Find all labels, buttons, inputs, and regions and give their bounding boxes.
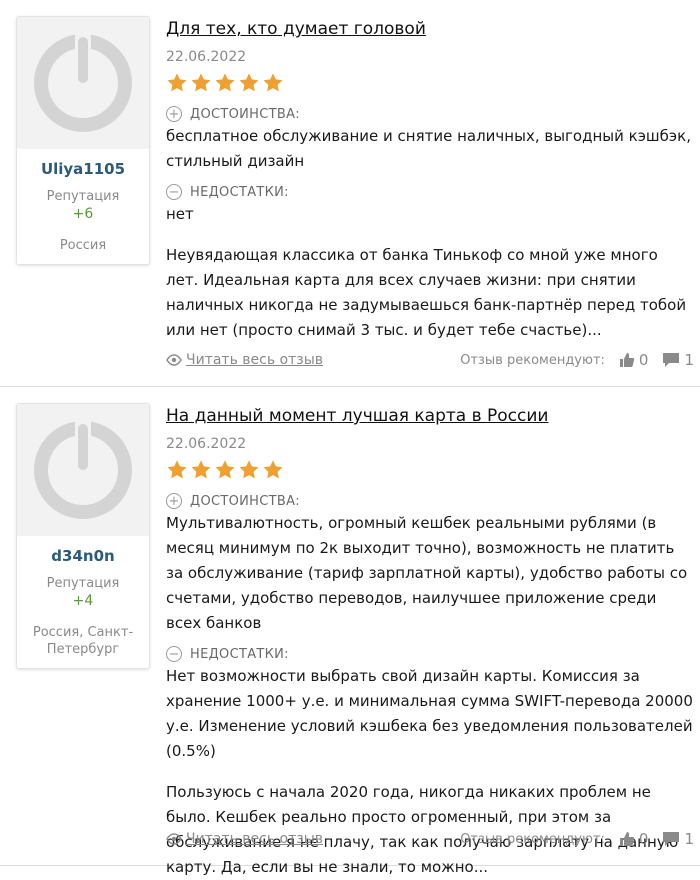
pros-text: бесплатное обслуживание и снятие наличны… <box>166 127 691 170</box>
reputation-value: +6 <box>72 206 94 222</box>
rating-stars <box>166 459 694 483</box>
star-icon <box>239 73 259 92</box>
star-icon <box>167 460 187 479</box>
avatar[interactable] <box>17 17 149 149</box>
reputation-value: +4 <box>72 593 94 609</box>
like-button[interactable]: 0 <box>619 830 649 848</box>
reputation-label: Репутация <box>46 189 120 204</box>
pros-heading: + ДОСТОИНСТВА: <box>166 104 694 124</box>
user-card: d34n0n Репутация +4 Россия, Санкт-Петерб… <box>16 403 150 669</box>
comment-icon <box>663 832 680 846</box>
review-date: 22.06.2022 <box>166 436 247 452</box>
thumbs-up-icon <box>619 832 635 846</box>
user-card: Uliya1105 Репутация +6 Россия <box>16 16 150 265</box>
comments-button[interactable]: 1 <box>662 830 694 848</box>
eye-icon <box>166 833 182 845</box>
default-avatar-icon <box>34 420 132 519</box>
avatar[interactable] <box>17 404 149 536</box>
cons-heading: − НЕДОСТАТКИ: <box>166 182 694 202</box>
cons-label: НЕДОСТАТКИ: <box>190 646 289 662</box>
thumbs-up-icon <box>619 353 635 367</box>
review-card: d34n0n Репутация +4 Россия, Санкт-Петерб… <box>0 387 700 876</box>
recommend-label: Отзыв рекомендуют: <box>460 831 605 847</box>
user-location: Россия <box>59 238 107 253</box>
eye-icon <box>166 354 182 366</box>
comments-count: 1 <box>684 351 694 369</box>
plus-circle-icon: + <box>166 493 182 509</box>
review-title-link[interactable]: На данный момент лучшая карта в России <box>166 405 694 427</box>
star-icon <box>215 73 235 92</box>
cons-text: нет <box>166 205 194 223</box>
star-icon <box>191 73 211 92</box>
minus-circle-icon: − <box>166 184 182 200</box>
pros-text: Мультивалютность, огромный кешбек реальн… <box>166 514 688 632</box>
username-link[interactable]: Uliya1105 <box>17 159 149 189</box>
star-icon <box>215 460 235 479</box>
recommend-block: Отзыв рекомендуют: 0 1 <box>460 351 694 369</box>
read-full-review-label: Читать весь отзыв <box>186 831 324 847</box>
recommend-block: Отзыв рекомендуют: 0 1 <box>460 830 694 848</box>
star-icon <box>263 73 283 92</box>
comments-button[interactable]: 1 <box>662 351 694 369</box>
pros-heading: + ДОСТОИНСТВА: <box>166 491 694 511</box>
star-icon <box>263 460 283 479</box>
read-full-review-label: Читать весь отзыв <box>186 352 324 368</box>
review-content: Для тех, кто думает головой 22.06.2022 +… <box>166 0 694 343</box>
likes-count: 0 <box>638 351 649 369</box>
review-footer: Читать весь отзыв Отзыв рекомендуют: 0 1 <box>166 827 694 851</box>
rating-stars <box>166 72 694 96</box>
plus-circle-icon: + <box>166 106 182 122</box>
username-link[interactable]: d34n0n <box>17 546 149 576</box>
default-avatar-icon <box>34 33 132 132</box>
review-summary: Неувядающая классика от банка Тинькоф со… <box>166 246 687 339</box>
like-button[interactable]: 0 <box>619 351 649 369</box>
star-icon <box>239 460 259 479</box>
review-title-link[interactable]: Для тех, кто думает головой <box>166 18 694 40</box>
star-icon <box>167 73 187 92</box>
read-full-review-link[interactable]: Читать весь отзыв <box>166 831 323 847</box>
minus-circle-icon: − <box>166 646 182 662</box>
pros-label: ДОСТОИНСТВА: <box>190 106 300 122</box>
comments-count: 1 <box>684 830 694 848</box>
read-full-review-link[interactable]: Читать весь отзыв <box>166 352 323 368</box>
pros-label: ДОСТОИНСТВА: <box>190 493 300 509</box>
review-card: Uliya1105 Репутация +6 Россия Для тех, к… <box>0 0 700 387</box>
user-location: Россия, Санкт-Петербург <box>32 625 134 657</box>
likes-count: 0 <box>638 830 649 848</box>
reputation-label: Репутация <box>46 576 120 591</box>
star-icon <box>191 460 211 479</box>
cons-heading: − НЕДОСТАТКИ: <box>166 644 694 664</box>
recommend-label: Отзыв рекомендуют: <box>460 352 605 368</box>
review-footer: Читать весь отзыв Отзыв рекомендуют: 0 1 <box>166 348 694 372</box>
comment-icon <box>663 353 680 367</box>
review-date: 22.06.2022 <box>166 49 247 65</box>
cons-text: Нет возможности выбрать свой дизайн карт… <box>166 667 693 760</box>
cons-label: НЕДОСТАТКИ: <box>190 184 289 200</box>
review-content: На данный момент лучшая карта в России 2… <box>166 387 694 880</box>
